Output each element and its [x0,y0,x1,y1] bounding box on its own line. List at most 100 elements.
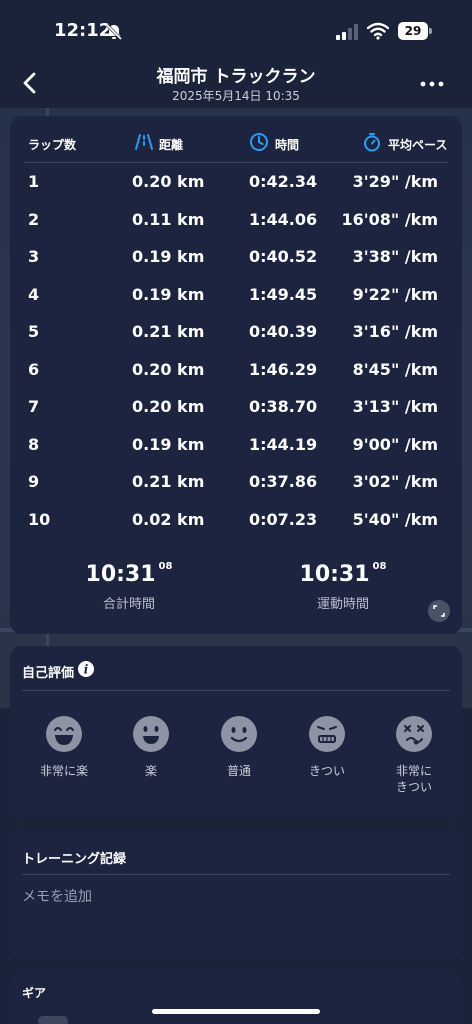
gear-card: ギア [10,972,462,1024]
lap-pace: 16'08" /km [341,209,439,229]
battery-level: 29 [398,22,428,40]
easy-face-icon[interactable] [133,716,169,752]
hard-face-icon[interactable] [309,716,345,752]
status-bar: 12:12 29 [0,0,472,56]
lap-number: 10 [28,509,51,529]
lap-row: 2 0.11 km 1:44.06 16'08" /km [10,202,462,239]
lap-time: 0:07.23 [249,509,318,529]
column-pace: 平均ペース [388,138,448,152]
lap-number: 9 [28,472,40,491]
lap-number: 3 [28,247,40,266]
wifi-icon [367,22,389,40]
header-divider [24,162,448,163]
lap-distance: 0.19 km [132,247,205,266]
moving-time-label: 運動時間 [316,597,369,612]
lap-number: 8 [28,434,40,454]
total-time-value: 10:31 08 [85,560,173,587]
lap-number: 4 [28,284,40,304]
very-easy-label: 非常に楽 [39,764,88,778]
lap-number: 5 [28,322,40,341]
cell-signal-icon [336,24,358,40]
lap-row: 10 0.02 km 0:07.23 5'40" /km [10,502,462,539]
column-distance: 距離 [159,138,184,152]
laps-header-row: ラップ数 距離 時間 平均ペース [10,130,462,158]
activity-title: 福岡市 トラックラン [156,67,316,87]
lap-distance: 0.20 km [132,397,205,416]
lap-row: 1 0.20 km 0:42.34 3'29" /km [10,164,462,201]
lap-time: 1:49.45 [249,284,318,304]
battery-tip [429,28,432,34]
moving-time-block: 10:31 08 運動時間 [280,560,406,612]
lap-number: 7 [28,397,40,416]
lap-distance: 0.20 km [132,172,205,191]
training-record-title: トレーニング記録 [22,852,127,867]
hard-label: きつい [308,764,345,778]
lap-pace: 3'29" /km [352,172,438,191]
record-divider [22,874,450,875]
lap-row: 6 0.20 km 1:46.29 8'45" /km [10,352,462,389]
easy-label: 楽 [144,764,157,778]
lap-row: 7 0.20 km 0:38.70 3'13" /km [10,389,462,426]
lap-time: 0:40.39 [249,322,318,341]
lap-row: 4 0.19 km 1:49.45 9'22" /km [10,277,462,314]
lap-time: 1:46.29 [249,359,318,379]
status-time: 12:12 [54,20,112,41]
lap-time: 1:44.19 [249,434,318,454]
normal-label: 普通 [226,764,251,778]
lap-number: 6 [28,359,40,379]
memo-input[interactable]: メモを追加 [22,886,450,912]
activity-date: 2025年5月14日 10:35 [172,89,300,103]
training-record-card: トレーニング記録 メモを追加 [10,830,462,960]
self-evaluation-card: 自己評価 i 非常に楽 楽 普通 きつい 非常に きつい [10,646,462,818]
lap-number: 2 [28,209,40,229]
very-hard-label: 非常に きつい [395,764,432,794]
self-evaluation-title: 自己評価 [22,666,75,681]
lap-time: 0:38.70 [249,397,318,416]
lap-pace: 5'40" /km [352,509,438,529]
lap-pace: 9'00" /km [352,434,438,454]
lap-time: 0:40.52 [249,247,318,266]
lap-row: 8 0.19 km 1:44.19 9'00" /km [10,427,462,464]
gear-thumbnail[interactable] [38,1016,68,1024]
lap-pace: 3'02" /km [352,472,438,491]
lap-pace: 3'13" /km [352,397,438,416]
lap-distance: 0.21 km [132,472,205,491]
total-time-label: 合計時間 [102,597,155,612]
lap-pace: 9'22" /km [352,284,438,304]
very-hard-face-icon[interactable] [396,716,432,752]
lap-pace: 3'16" /km [352,322,438,341]
lap-distance: 0.11 km [132,209,205,229]
lap-number: 1 [28,172,40,191]
gear-title: ギア [22,986,47,1000]
home-indicator[interactable] [152,1009,320,1014]
lap-row: 5 0.21 km 0:40.39 3'16" /km [10,314,462,351]
lap-pace: 3'38" /km [352,247,438,266]
clock-icon [250,133,268,151]
moving-time-value: 10:31 08 [299,560,387,587]
lap-time: 0:37.86 [249,472,318,491]
lap-distance: 0.19 km [132,284,205,304]
stopwatch-icon [364,133,380,152]
total-time-hundredths: 08 [158,560,173,572]
eval-divider [22,690,450,691]
column-time: 時間 [275,138,300,152]
info-icon[interactable]: i [77,660,95,678]
more-options-button[interactable] [418,70,446,98]
laps-card: ラップ数 距離 時間 平均ペース 1 0.20 km 0:42.34 3'29"… [10,116,462,634]
lap-row: 3 0.19 km 0:40.52 3'38" /km [10,239,462,276]
expand-button[interactable] [428,600,450,622]
normal-face-icon[interactable] [221,716,257,752]
bell-muted-icon [105,23,123,41]
battery-indicator: 29 [398,22,432,40]
lap-pace: 8'45" /km [352,359,438,379]
lap-time: 1:44.06 [249,209,318,229]
svg-text:i: i [84,663,89,677]
moving-time-hundredths: 08 [372,560,387,572]
lap-time: 0:42.34 [249,172,318,191]
lap-distance: 0.19 km [132,434,205,454]
lap-row: 9 0.21 km 0:37.86 3'02" /km [10,464,462,501]
distance-icon [135,134,153,150]
very-easy-face-icon[interactable] [46,716,82,752]
lap-distance: 0.21 km [132,322,205,341]
lap-distance: 0.02 km [132,509,205,529]
